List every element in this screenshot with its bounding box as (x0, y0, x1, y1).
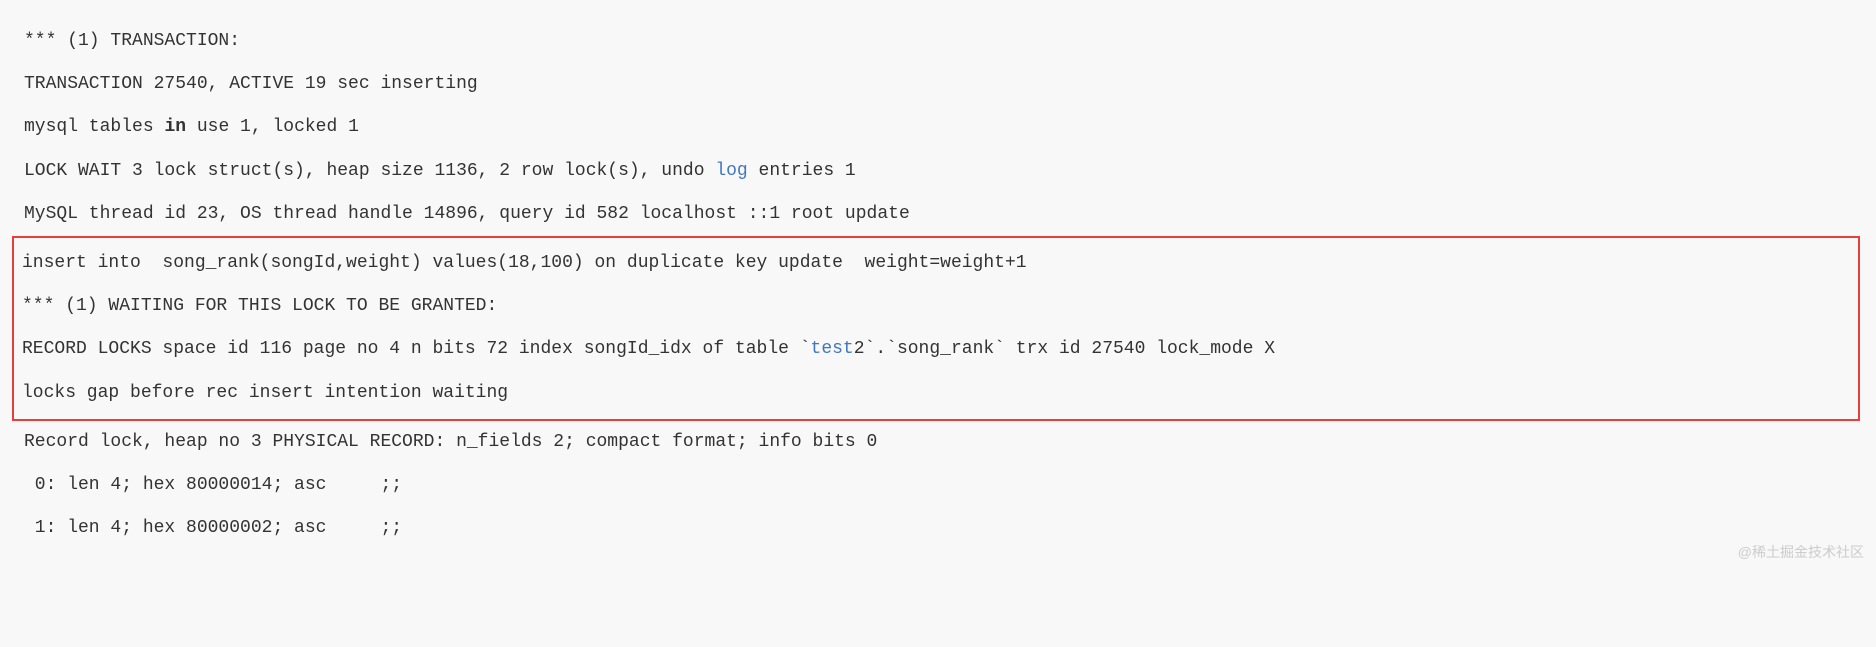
code-line: 1: len 4; hex 80000002; asc ;; (24, 507, 1852, 550)
line-text: LOCK WAIT 3 lock struct(s), heap size 11… (24, 161, 715, 181)
line-text: TRANSACTION 27540, ACTIVE 19 sec inserti… (24, 74, 478, 94)
code-line: 0: len 4; hex 80000014; asc ;; (24, 464, 1852, 507)
code-line: *** (1) TRANSACTION: (24, 20, 1852, 63)
code-line: LOCK WAIT 3 lock struct(s), heap size 11… (24, 150, 1852, 193)
code-line: Record lock, heap no 3 PHYSICAL RECORD: … (24, 421, 1852, 464)
line-text: locks gap before rec insert intention wa… (22, 383, 508, 403)
line-text: Record lock, heap no 3 PHYSICAL RECORD: … (24, 432, 877, 452)
line-text: 2`.`song_rank` trx id 27540 lock_mode X (854, 339, 1275, 359)
code-line: MySQL thread id 23, OS thread handle 148… (24, 193, 1852, 236)
keyword-test: test (811, 339, 854, 359)
code-line: locks gap before rec insert intention wa… (22, 372, 1850, 415)
code-line: mysql tables in use 1, locked 1 (24, 106, 1852, 149)
line-text: insert into song_rank(songId,weight) val… (22, 253, 1027, 273)
code-line: insert into song_rank(songId,weight) val… (22, 242, 1850, 285)
line-text: 1: len 4; hex 80000002; asc ;; (24, 518, 402, 538)
line-text: MySQL thread id 23, OS thread handle 148… (24, 204, 910, 224)
code-block: *** (1) TRANSACTION: TRANSACTION 27540, … (24, 20, 1852, 550)
highlighted-region: insert into song_rank(songId,weight) val… (12, 236, 1860, 421)
code-line: *** (1) WAITING FOR THIS LOCK TO BE GRAN… (22, 285, 1850, 328)
keyword-log: log (715, 161, 747, 181)
code-line: TRANSACTION 27540, ACTIVE 19 sec inserti… (24, 63, 1852, 106)
line-text: use 1, locked 1 (186, 117, 359, 137)
keyword-in: in (164, 117, 186, 137)
line-text: entries 1 (748, 161, 856, 181)
line-text: 0: len 4; hex 80000014; asc ;; (24, 475, 402, 495)
line-text: RECORD LOCKS space id 116 page no 4 n bi… (22, 339, 811, 359)
code-line: RECORD LOCKS space id 116 page no 4 n bi… (22, 328, 1850, 371)
line-text: mysql tables (24, 117, 164, 137)
line-text: *** (1) TRANSACTION: (24, 31, 240, 51)
line-text: *** (1) WAITING FOR THIS LOCK TO BE GRAN… (22, 296, 497, 316)
watermark: @稀土掘金技术社区 (1738, 542, 1864, 562)
